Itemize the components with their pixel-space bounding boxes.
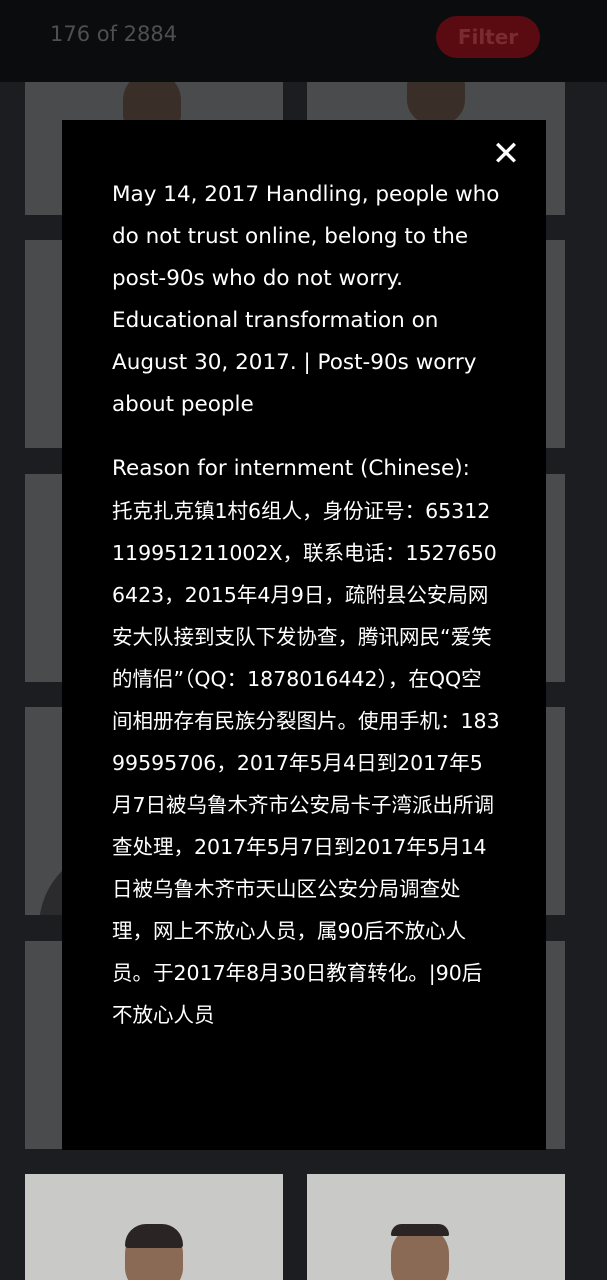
result-counter: 176 of 2884 [50,22,178,46]
filter-button[interactable]: Filter [436,16,540,58]
photo-caption: May 14, 2017 Handling, people who do not… [112,182,500,417]
reason-text: 托克扎克镇1村6组人，身份证号：65312119951211002X，联系电话：… [112,499,500,1027]
top-bar: 176 of 2884 Filter [0,0,607,82]
photo-thumbnail[interactable] [307,1174,565,1280]
photo-thumbnail[interactable] [25,1174,283,1280]
reason-heading: Reason for internment (Chinese): [112,456,470,481]
close-icon[interactable]: ✕ [486,134,526,174]
